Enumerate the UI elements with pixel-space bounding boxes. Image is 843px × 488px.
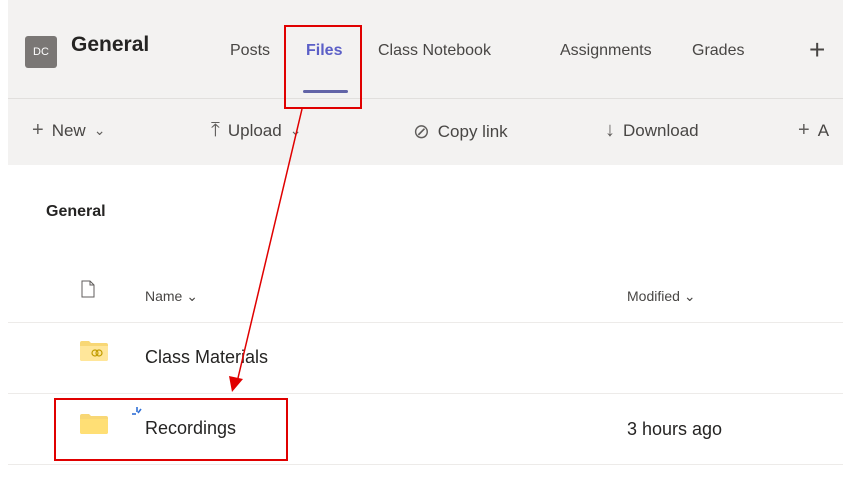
tab-assignments[interactable]: Assignments [560, 42, 652, 60]
download-label: Download [623, 120, 699, 140]
breadcrumb[interactable]: General [46, 203, 106, 221]
new-item-icon [132, 407, 142, 415]
file-type-icon [81, 280, 95, 298]
add-shortcut-button[interactable]: + A [798, 119, 829, 142]
chevron-down-icon: ⌄ [683, 288, 696, 304]
shared-folder-icon [80, 341, 108, 361]
team-avatar[interactable]: DC [25, 36, 57, 68]
copy-link-button[interactable]: ⊘ Copy link [413, 119, 508, 144]
download-icon: ↓ [605, 119, 615, 141]
file-row-class-materials[interactable]: Class Materials [8, 323, 843, 394]
column-modified-label: Modified [627, 288, 680, 304]
active-tab-indicator [303, 90, 348, 93]
files-toolbar: + New ⌄ ⤒ Upload ⌄ ⊘ Copy link ↓ Downloa… [8, 98, 843, 165]
link-icon: ⊘ [413, 121, 430, 143]
file-list-header: Name ⌄ Modified ⌄ [8, 274, 843, 323]
add-label: A [817, 120, 830, 140]
plus-icon[interactable]: + [809, 34, 825, 66]
teams-files-view: DC General Posts Files Class Notebook As… [8, 0, 843, 488]
chevron-down-icon: ⌄ [186, 288, 198, 304]
tab-files[interactable]: Files [306, 42, 342, 60]
new-button[interactable]: + New ⌄ [32, 119, 105, 142]
plus-icon: + [32, 119, 44, 141]
tab-posts[interactable]: Posts [230, 42, 270, 60]
plus-icon: + [798, 119, 810, 141]
channel-title: General [71, 33, 150, 56]
file-row-recordings[interactable]: Recordings 3 hours ago [8, 394, 843, 465]
download-button[interactable]: ↓ Download [605, 119, 699, 142]
file-name[interactable]: Class Materials [145, 347, 268, 368]
channel-header: DC General Posts Files Class Notebook As… [8, 0, 843, 98]
file-name[interactable]: Recordings [145, 418, 236, 439]
chevron-down-icon: ⌄ [93, 122, 106, 138]
chevron-down-icon: ⌄ [289, 122, 302, 138]
tab-class-notebook[interactable]: Class Notebook [378, 42, 491, 60]
upload-icon: ⤒ [211, 119, 220, 141]
upload-button[interactable]: ⤒ Upload ⌄ [211, 119, 301, 142]
copy-link-label: Copy link [437, 121, 508, 141]
column-header-name[interactable]: Name ⌄ [145, 288, 198, 305]
column-name-label: Name [145, 288, 183, 304]
upload-label: Upload [227, 120, 282, 140]
folder-icon [80, 414, 108, 434]
file-modified: 3 hours ago [627, 419, 723, 439]
tab-grades[interactable]: Grades [692, 42, 744, 60]
column-header-modified[interactable]: Modified ⌄ [627, 288, 696, 305]
new-label: New [51, 120, 86, 140]
